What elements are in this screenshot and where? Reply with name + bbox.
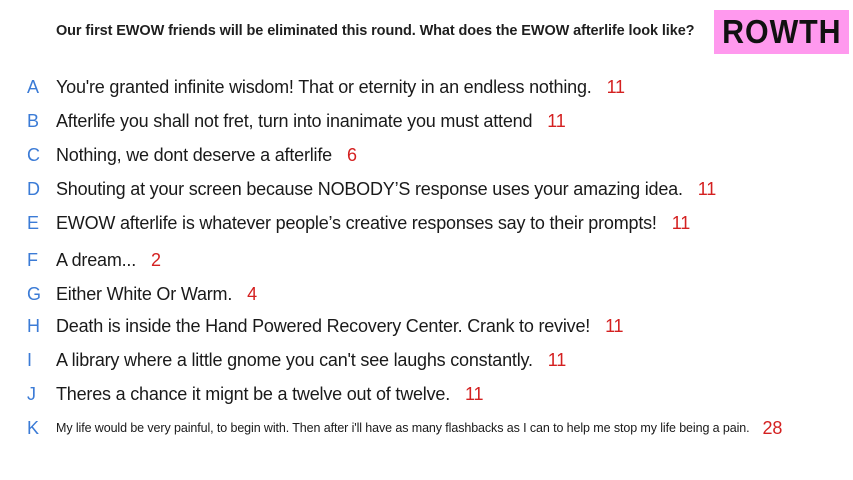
response-text: Shouting at your screen because NOBODY’S… xyxy=(56,178,683,199)
response-text-wrap: Either White Or Warm. 4 xyxy=(56,284,257,305)
response-word-count: 11 xyxy=(606,76,626,97)
response-text: Theres a chance it mignt be a twelve out… xyxy=(56,383,451,404)
response-text-wrap: Theres a chance it mignt be a twelve out… xyxy=(56,383,484,405)
response-letter: G xyxy=(27,283,42,304)
response-letter: E xyxy=(27,212,40,233)
prompt-text: Our first EWOW friends will be eliminate… xyxy=(56,23,695,39)
response-letter: F xyxy=(27,249,38,270)
response-text: Afterlife you shall not fret, turn into … xyxy=(56,110,533,131)
response-text: A dream... xyxy=(56,249,137,270)
response-letter: C xyxy=(27,144,40,165)
contest-logo-text: ROWTH xyxy=(721,13,842,50)
response-text-wrap: My life would be very painful, to begin … xyxy=(56,418,782,439)
response-text-wrap: Afterlife you shall not fret, turn into … xyxy=(56,111,566,132)
response-text-wrap: You're granted infinite wisdom! That or … xyxy=(56,77,625,98)
response-word-count: 4 xyxy=(247,283,257,304)
response-text-wrap: Shouting at your screen because NOBODY’S… xyxy=(56,179,716,200)
response-text: EWOW afterlife is whatever people’s crea… xyxy=(56,212,657,233)
response-letter: K xyxy=(27,417,40,438)
response-text-wrap: A dream... 2 xyxy=(56,250,161,271)
response-word-count: 11 xyxy=(605,315,624,336)
response-letter: H xyxy=(27,315,40,336)
response-text: Either White Or Warm. xyxy=(56,283,233,304)
response-text-wrap: A library where a little gnome you can't… xyxy=(56,350,566,371)
response-letter: A xyxy=(27,76,40,97)
contest-logo-badge: ROWTH xyxy=(714,10,849,54)
response-word-count: 6 xyxy=(346,144,357,165)
response-word-count: 11 xyxy=(547,349,567,370)
response-text: Death is inside the Hand Powered Recover… xyxy=(56,315,591,336)
response-letter: B xyxy=(27,110,40,131)
response-word-count: 2 xyxy=(151,249,161,270)
response-text-wrap: EWOW afterlife is whatever people’s crea… xyxy=(56,213,690,234)
response-word-count: 11 xyxy=(697,178,717,199)
response-text-wrap: Death is inside the Hand Powered Recover… xyxy=(56,315,624,337)
response-word-count: 11 xyxy=(671,212,691,233)
response-text: A library where a little gnome you can't… xyxy=(56,349,533,370)
response-text-wrap: Nothing, we dont deserve a afterlife 6 xyxy=(56,145,357,166)
response-word-count: 28 xyxy=(762,417,783,438)
response-text: My life would be very painful, to begin … xyxy=(56,421,750,435)
response-text: Nothing, we dont deserve a afterlife xyxy=(56,144,332,165)
response-letter: D xyxy=(27,178,40,199)
response-letter: J xyxy=(27,383,36,404)
response-letter: I xyxy=(27,349,33,370)
response-text: You're granted infinite wisdom! That or … xyxy=(56,76,592,97)
response-word-count: 11 xyxy=(547,110,566,131)
response-word-count: 11 xyxy=(465,383,484,404)
